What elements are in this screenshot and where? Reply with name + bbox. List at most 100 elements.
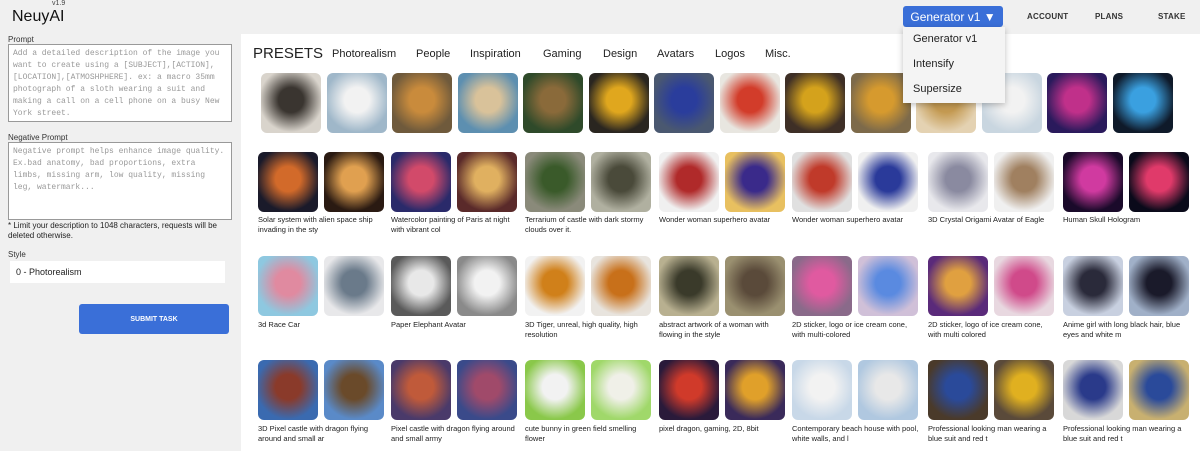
menu-item-supersize[interactable]: Supersize	[903, 77, 1005, 102]
presets-title: PRESETS	[253, 45, 324, 62]
preset-card-caption[interactable]: pixel dragon, gaming, 2D, 8bit	[659, 424, 787, 434]
preset-card-caption[interactable]: Watercolor painting of Paris at night wi…	[391, 215, 519, 235]
preset-card-caption[interactable]: cute bunny in green field smelling flowe…	[525, 424, 653, 444]
tab-photorealism[interactable]: Photorealism	[332, 48, 396, 60]
preset-card-image[interactable]	[324, 152, 384, 212]
menu-item-generator-v1[interactable]: Generator v1	[903, 27, 1005, 52]
preset-card-caption[interactable]: Pixel castle with dragon flying around a…	[391, 424, 519, 444]
preset-card-caption[interactable]: Wonder woman superhero avatar	[792, 215, 920, 225]
preset-card-image[interactable]	[1063, 256, 1123, 316]
nav-plans[interactable]: PLANS	[1095, 12, 1123, 21]
preset-card-image[interactable]	[391, 360, 451, 420]
preset-card-image[interactable]	[591, 360, 651, 420]
preset-card-image[interactable]	[858, 360, 918, 420]
preset-card-image[interactable]	[928, 360, 988, 420]
preset-card-caption[interactable]: Professional looking man wearing a blue …	[1063, 424, 1191, 444]
preset-boy-bubble[interactable]	[457, 73, 518, 133]
preset-woman-blue[interactable]	[654, 73, 714, 133]
preset-card-image[interactable]	[1063, 360, 1123, 420]
preset-card-image[interactable]	[525, 256, 585, 316]
preset-card-image[interactable]	[928, 256, 988, 316]
preset-card-image[interactable]	[391, 256, 451, 316]
preset-polar-bear[interactable]	[326, 73, 387, 133]
preset-sports-car[interactable]	[588, 73, 649, 133]
preset-card-caption[interactable]: 2D sticker, logo of ice cream cone, with…	[928, 320, 1056, 340]
preset-card-image[interactable]	[994, 152, 1054, 212]
preset-card-image[interactable]	[258, 152, 318, 212]
preset-card-image[interactable]	[591, 256, 651, 316]
preset-card-image[interactable]	[591, 152, 651, 212]
preset-card-caption[interactable]: Paper Elephant Avatar	[391, 320, 519, 330]
preset-card-image[interactable]	[525, 152, 585, 212]
preset-card-caption[interactable]: 3d Race Car	[258, 320, 386, 330]
preset-card-caption[interactable]: Terrarium of castle with dark stormy clo…	[525, 215, 653, 235]
preset-card-caption[interactable]: Solar system with alien space ship invad…	[258, 215, 386, 235]
preset-card-caption[interactable]: Human Skull Hologram	[1063, 215, 1191, 225]
preset-card-caption[interactable]: Anime girl with long black hair, blue ey…	[1063, 320, 1191, 340]
tab-people[interactable]: People	[416, 48, 450, 60]
preset-card-caption[interactable]: 2D sticker, logo or ice cream cone, with…	[792, 320, 920, 340]
preset-card-image[interactable]	[994, 360, 1054, 420]
preset-card-image[interactable]	[1063, 152, 1123, 212]
tab-design[interactable]: Design	[603, 48, 637, 60]
preset-interior[interactable]	[261, 73, 321, 133]
preset-card-image[interactable]	[324, 360, 384, 420]
tab-misc[interactable]: Misc.	[765, 48, 791, 60]
preset-card-image[interactable]	[1129, 152, 1189, 212]
preset-card-caption[interactable]: Contemporary beach house with pool, whit…	[792, 424, 920, 444]
preset-card-caption[interactable]: 3D Tiger, unreal, high quality, high res…	[525, 320, 653, 340]
preset-card-image[interactable]	[792, 360, 852, 420]
app-logo[interactable]: NeuyAI	[12, 8, 64, 26]
preset-card-image[interactable]	[457, 152, 517, 212]
nav-account[interactable]: ACCOUNT	[1027, 12, 1068, 21]
preset-card-image[interactable]	[525, 360, 585, 420]
preset-man-car[interactable]	[785, 73, 845, 133]
negative-prompt-textarea[interactable]: Negative prompt helps enhance image qual…	[8, 142, 232, 220]
preset-card-image[interactable]	[659, 360, 719, 420]
tab-gaming[interactable]: Gaming	[543, 48, 582, 60]
tab-inspiration[interactable]: Inspiration	[470, 48, 521, 60]
preset-card-image[interactable]	[725, 360, 785, 420]
preset-card-image[interactable]	[391, 152, 451, 212]
preset-card-image[interactable]	[858, 152, 918, 212]
preset-card-image[interactable]	[258, 360, 318, 420]
preset-card-image[interactable]	[858, 256, 918, 316]
style-select[interactable]: 0 - Photorealism	[10, 261, 225, 283]
nav-stake[interactable]: STAKE	[1158, 12, 1186, 21]
preset-motorbike[interactable]	[1112, 73, 1173, 133]
preset-card-image[interactable]	[1129, 256, 1189, 316]
preset-card-image[interactable]	[725, 256, 785, 316]
preset-card-caption[interactable]: Wonder woman superhero avatar	[659, 215, 787, 225]
presets-panel: PRESETS Photorealism People Inspiration …	[241, 34, 1200, 451]
preset-card-caption[interactable]: abstract artwork of a woman with flowing…	[659, 320, 787, 340]
preset-card-image[interactable]	[457, 360, 517, 420]
preset-card-image[interactable]	[994, 256, 1054, 316]
menu-item-intensify[interactable]: Intensify	[903, 52, 1005, 77]
preset-card-image[interactable]	[659, 256, 719, 316]
preset-joker[interactable]	[523, 73, 583, 133]
preset-flower[interactable]	[850, 73, 911, 133]
preset-card-image[interactable]	[457, 256, 517, 316]
prompt-textarea[interactable]: Add a detailed description of the image …	[8, 44, 232, 122]
submit-task-button[interactable]: SUBMIT TASK	[79, 304, 229, 334]
preset-card-image[interactable]	[659, 152, 719, 212]
preset-dragon-neon[interactable]	[1047, 73, 1107, 133]
preset-card-image[interactable]	[1129, 360, 1189, 420]
preset-card-image[interactable]	[324, 256, 384, 316]
preset-chair[interactable]	[719, 73, 780, 133]
preset-card-caption[interactable]: Professional looking man wearing a blue …	[928, 424, 1056, 444]
preset-card-caption[interactable]: 3D Crystal Origami Avatar of Eagle	[928, 215, 1056, 225]
style-label: Style	[8, 250, 26, 259]
preset-tiger[interactable]	[392, 73, 452, 133]
preset-card-caption[interactable]: 3D Pixel castle with dragon flying aroun…	[258, 424, 386, 444]
preset-card-image[interactable]	[258, 256, 318, 316]
preset-card-image[interactable]	[792, 152, 852, 212]
preset-card-image[interactable]	[928, 152, 988, 212]
version-label: v1.9	[52, 0, 66, 7]
tab-avatars[interactable]: Avatars	[657, 48, 694, 60]
preset-card-image[interactable]	[725, 152, 785, 212]
tab-logos[interactable]: Logos	[715, 48, 745, 60]
generator-select-button[interactable]: Generator v1 ▼	[903, 6, 1003, 27]
limit-note: * Limit your description to 1048 charact…	[8, 221, 217, 240]
preset-card-image[interactable]	[792, 256, 852, 316]
